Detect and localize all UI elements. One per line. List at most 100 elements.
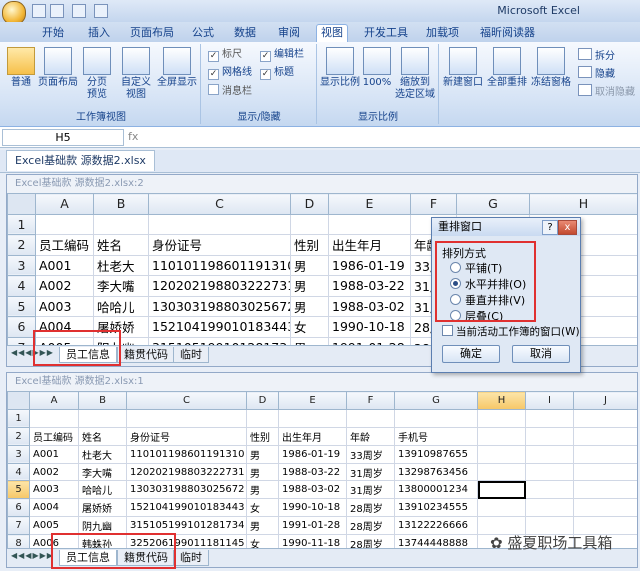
cell[interactable]	[573, 498, 637, 518]
cell[interactable]	[278, 408, 347, 428]
cell[interactable]: 姓名	[93, 234, 149, 256]
cell[interactable]	[573, 444, 637, 464]
cell[interactable]	[346, 408, 395, 428]
cell[interactable]	[29, 408, 79, 428]
sheet-nav-arrows-icon[interactable]: ◀◀◀▶▶▶	[11, 348, 54, 357]
cell[interactable]	[35, 213, 94, 235]
column-header[interactable]: G	[456, 193, 530, 215]
radio-vertical[interactable]: 垂直并排(V)	[450, 293, 525, 308]
tab-view[interactable]: 视图	[316, 24, 348, 43]
column-header[interactable]: E	[328, 193, 411, 215]
cell[interactable]: 1990-10-18	[328, 316, 411, 338]
column-header[interactable]: F	[410, 193, 457, 215]
tab-developer[interactable]: 开发工具	[360, 25, 412, 41]
cell[interactable]: 屠娇娇	[93, 316, 149, 338]
cell[interactable]: 员工编码	[35, 234, 94, 256]
radio-tiled[interactable]: 平铺(T)	[450, 261, 502, 276]
qat-menu-icon[interactable]	[94, 4, 108, 18]
cell[interactable]: 女	[290, 316, 329, 338]
redo-icon[interactable]	[72, 4, 86, 18]
cell[interactable]	[525, 408, 574, 428]
cell[interactable]: 13910987655	[394, 444, 478, 464]
row-header[interactable]: 3	[7, 254, 36, 276]
cell[interactable]: A002	[29, 462, 79, 482]
undo-icon[interactable]	[50, 4, 64, 18]
row-header[interactable]: 5	[7, 295, 36, 317]
cell[interactable]: A003	[35, 295, 94, 317]
cell[interactable]: 身份证号	[148, 234, 291, 256]
fx-icon[interactable]: fx	[128, 129, 158, 144]
zoom-button[interactable]: 显示比例	[320, 47, 360, 89]
cell[interactable]: 130303198803025672	[148, 295, 291, 317]
column-header[interactable]: H	[477, 391, 526, 410]
column-header[interactable]: J	[573, 391, 637, 410]
cell[interactable]	[477, 444, 526, 464]
radio-horizontal[interactable]: 水平并排(O)	[450, 277, 526, 292]
select-all-corner[interactable]	[7, 193, 36, 215]
cell[interactable]: A004	[35, 316, 94, 338]
sheet-tab-temp[interactable]: 临时	[173, 347, 209, 363]
row-header[interactable]: 1	[7, 408, 30, 428]
sheet-tab-temp[interactable]: 临时	[173, 550, 209, 566]
sheet-tab-employee-info[interactable]: 员工信息	[59, 550, 117, 566]
cell[interactable]: 男	[290, 275, 329, 297]
cell[interactable]	[477, 426, 526, 446]
unhide-button[interactable]: 取消隐藏	[578, 84, 635, 100]
row-header[interactable]: 2	[7, 234, 36, 256]
cell[interactable]: A004	[29, 498, 79, 518]
cell[interactable]: 110101198601191310	[148, 254, 291, 276]
sheet-tab-native-place-code[interactable]: 籍贯代码	[117, 347, 175, 363]
workbook-tab[interactable]: Excel基础款 源数据2.xlsx	[6, 150, 155, 171]
cell[interactable]: 男	[246, 480, 279, 500]
sheet-tab-native-place-code[interactable]: 籍贯代码	[117, 550, 175, 566]
page-break-preview-button[interactable]: 分页 预览	[82, 47, 112, 101]
column-header[interactable]: G	[394, 391, 478, 410]
cell[interactable]: 性别	[246, 426, 279, 446]
cell[interactable]: 哈哈儿	[78, 480, 127, 500]
gridlines-checkbox[interactable]: ✓ 网格线	[208, 66, 252, 80]
active-workbook-checkbox[interactable]: 当前活动工作簿的窗口(W)	[442, 324, 580, 339]
select-all-corner[interactable]	[7, 391, 30, 410]
cell[interactable]: 屠娇娇	[78, 498, 127, 518]
column-header[interactable]: D	[290, 193, 329, 215]
cell[interactable]	[477, 408, 526, 428]
cell[interactable]: 33周岁	[346, 444, 395, 464]
cell[interactable]: 1991-01-28	[278, 516, 347, 536]
page-layout-view-button[interactable]: 页面布局	[38, 47, 78, 89]
cell[interactable]	[525, 498, 574, 518]
row-header[interactable]: 7	[7, 516, 30, 536]
radio-cascade[interactable]: 层叠(C)	[450, 309, 503, 324]
cell[interactable]: 110101198601191310	[126, 444, 247, 464]
cell[interactable]	[525, 462, 574, 482]
message-bar-checkbox[interactable]: 消息栏	[208, 84, 252, 98]
tab-review[interactable]: 审阅	[274, 25, 304, 41]
cell[interactable]: 13800001234	[394, 480, 478, 500]
cell[interactable]	[573, 408, 637, 428]
zoom-100-button[interactable]: 100%	[362, 47, 392, 89]
cell[interactable]: 13910234555	[394, 498, 478, 518]
cell[interactable]	[246, 408, 279, 428]
tab-data[interactable]: 数据	[230, 25, 260, 41]
cell[interactable]: 员工编码	[29, 426, 79, 446]
cell[interactable]	[573, 426, 637, 446]
cell[interactable]: A001	[29, 444, 79, 464]
ok-button[interactable]: 确定	[442, 345, 500, 363]
cell[interactable]: 31周岁	[346, 462, 395, 482]
column-header[interactable]: I	[525, 391, 574, 410]
column-header[interactable]: A	[29, 391, 79, 410]
cell[interactable]: 哈哈儿	[93, 295, 149, 317]
row-header[interactable]: 4	[7, 462, 30, 482]
save-icon[interactable]	[32, 4, 46, 18]
cell[interactable]: 13122226666	[394, 516, 478, 536]
column-header[interactable]: E	[278, 391, 347, 410]
cell[interactable]: 1990-10-18	[278, 498, 347, 518]
cell[interactable]	[148, 213, 291, 235]
tab-home[interactable]: 开始	[38, 25, 68, 41]
tab-addins[interactable]: 加载项	[422, 25, 463, 41]
cell[interactable]	[525, 480, 574, 500]
cell[interactable]	[290, 213, 329, 235]
cell[interactable]: 杜老大	[78, 444, 127, 464]
cell[interactable]: 1988-03-02	[328, 295, 411, 317]
cell[interactable]: 手机号	[394, 426, 478, 446]
cell[interactable]	[394, 408, 478, 428]
